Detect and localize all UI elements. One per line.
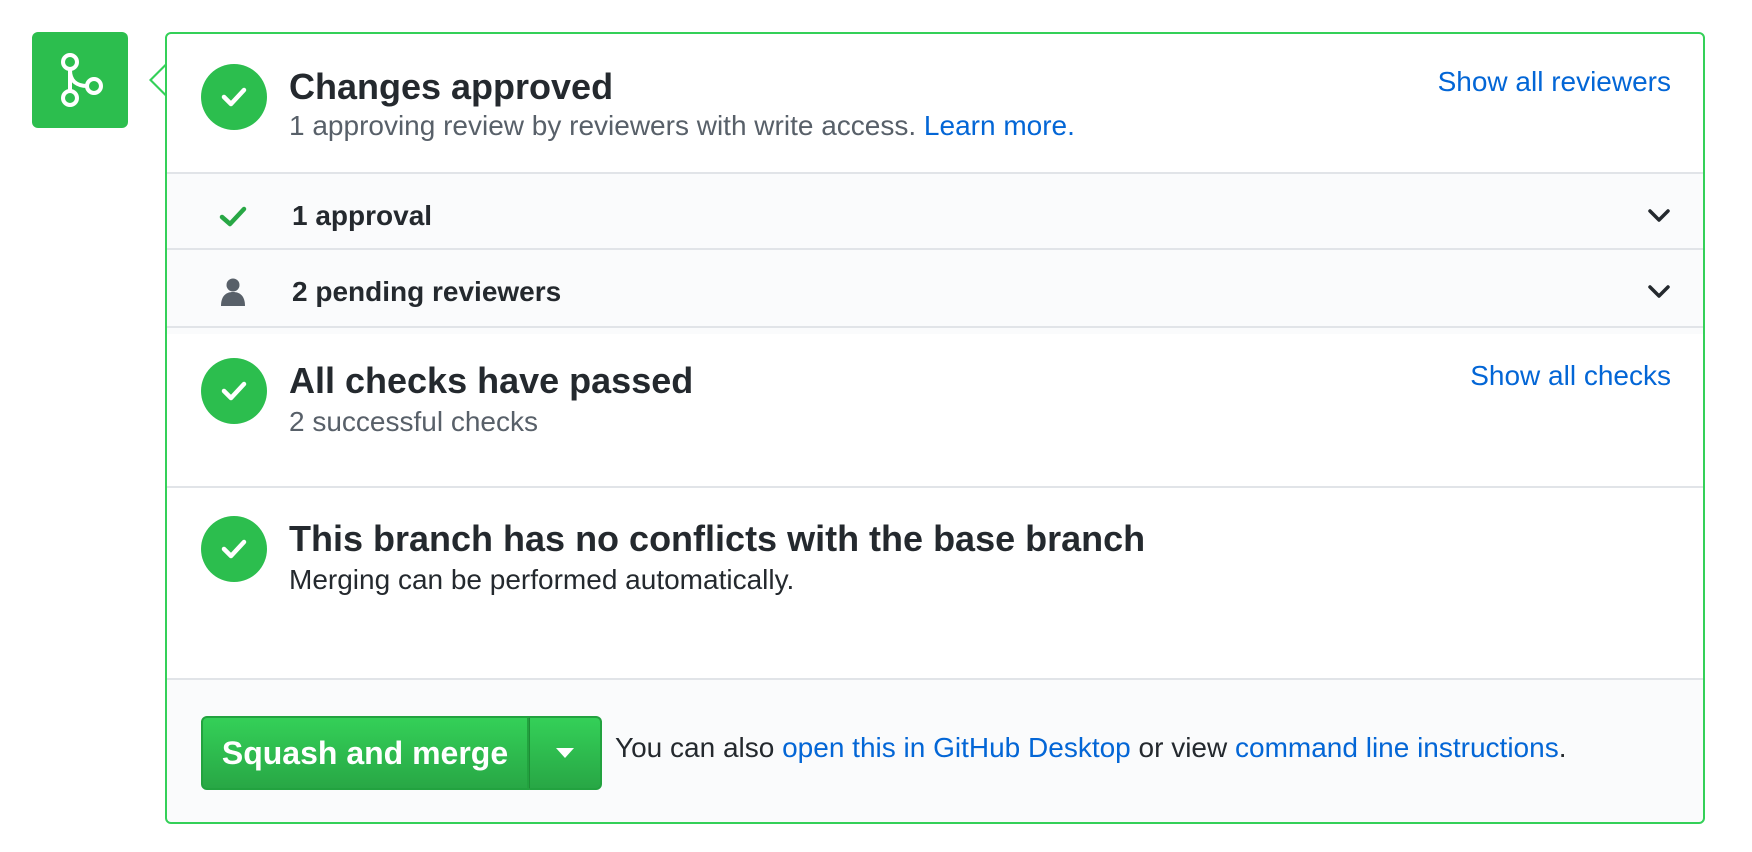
open-github-desktop-link[interactable]: open this in GitHub Desktop <box>782 732 1131 763</box>
review-subtitle: 1 approving review by reviewers with wri… <box>289 110 1075 142</box>
conflicts-title: This branch has no conflicts with the ba… <box>289 518 1146 559</box>
command-line-instructions-link[interactable]: command line instructions <box>1235 732 1559 763</box>
git-merge-icon <box>61 53 103 107</box>
merge-status-icon-box <box>32 32 128 128</box>
conflicts-subtitle: Merging can be performed automatically. <box>289 564 795 595</box>
squash-and-merge-button[interactable]: Squash and merge <box>201 716 529 790</box>
checks-subtitle: 2 successful checks <box>289 406 538 437</box>
chevron-down-icon[interactable] <box>1645 202 1673 230</box>
conflicts-status-icon <box>201 516 267 582</box>
text-prefix: You can also <box>615 732 783 763</box>
review-status-icon <box>201 64 267 130</box>
pending-reviewers-row[interactable]: 2 pending reviewers <box>167 250 1703 334</box>
panel-pointer-inner <box>152 66 166 94</box>
merge-box: Changes approved 1 approving review by r… <box>165 32 1705 824</box>
approvals-row[interactable]: 1 approval <box>167 174 1703 258</box>
learn-more-link[interactable]: Learn more. <box>924 110 1075 141</box>
review-title: Changes approved <box>289 66 614 107</box>
triangle-down-icon <box>556 748 574 758</box>
merge-button-group: Squash and merge <box>201 716 602 790</box>
check-icon <box>221 381 247 401</box>
review-subtitle-text: 1 approving review by reviewers with wri… <box>289 110 917 141</box>
checks-section: All checks have passed 2 successful chec… <box>167 328 1703 470</box>
check-icon <box>221 87 247 107</box>
conflicts-section: This branch has no conflicts with the ba… <box>167 488 1703 646</box>
show-all-checks-link[interactable]: Show all checks <box>1470 360 1671 392</box>
merge-alternatives-text: You can also open this in GitHub Desktop… <box>615 732 1566 764</box>
merge-method-dropdown-button[interactable] <box>529 716 602 790</box>
check-icon <box>221 539 247 559</box>
text-middle: or view <box>1130 732 1235 763</box>
pending-reviewers-label: 2 pending reviewers <box>292 276 562 307</box>
chevron-down-icon[interactable] <box>1645 278 1673 306</box>
approvals-label: 1 approval <box>292 200 433 231</box>
checks-status-icon <box>201 358 267 424</box>
merge-footer: Squash and merge You can also open this … <box>167 680 1703 822</box>
text-suffix: . <box>1558 732 1567 763</box>
checks-title: All checks have passed <box>289 360 694 401</box>
person-icon <box>221 278 245 306</box>
check-icon <box>219 206 247 227</box>
show-all-reviewers-link[interactable]: Show all reviewers <box>1438 66 1671 98</box>
review-section: Changes approved 1 approving review by r… <box>167 34 1703 192</box>
